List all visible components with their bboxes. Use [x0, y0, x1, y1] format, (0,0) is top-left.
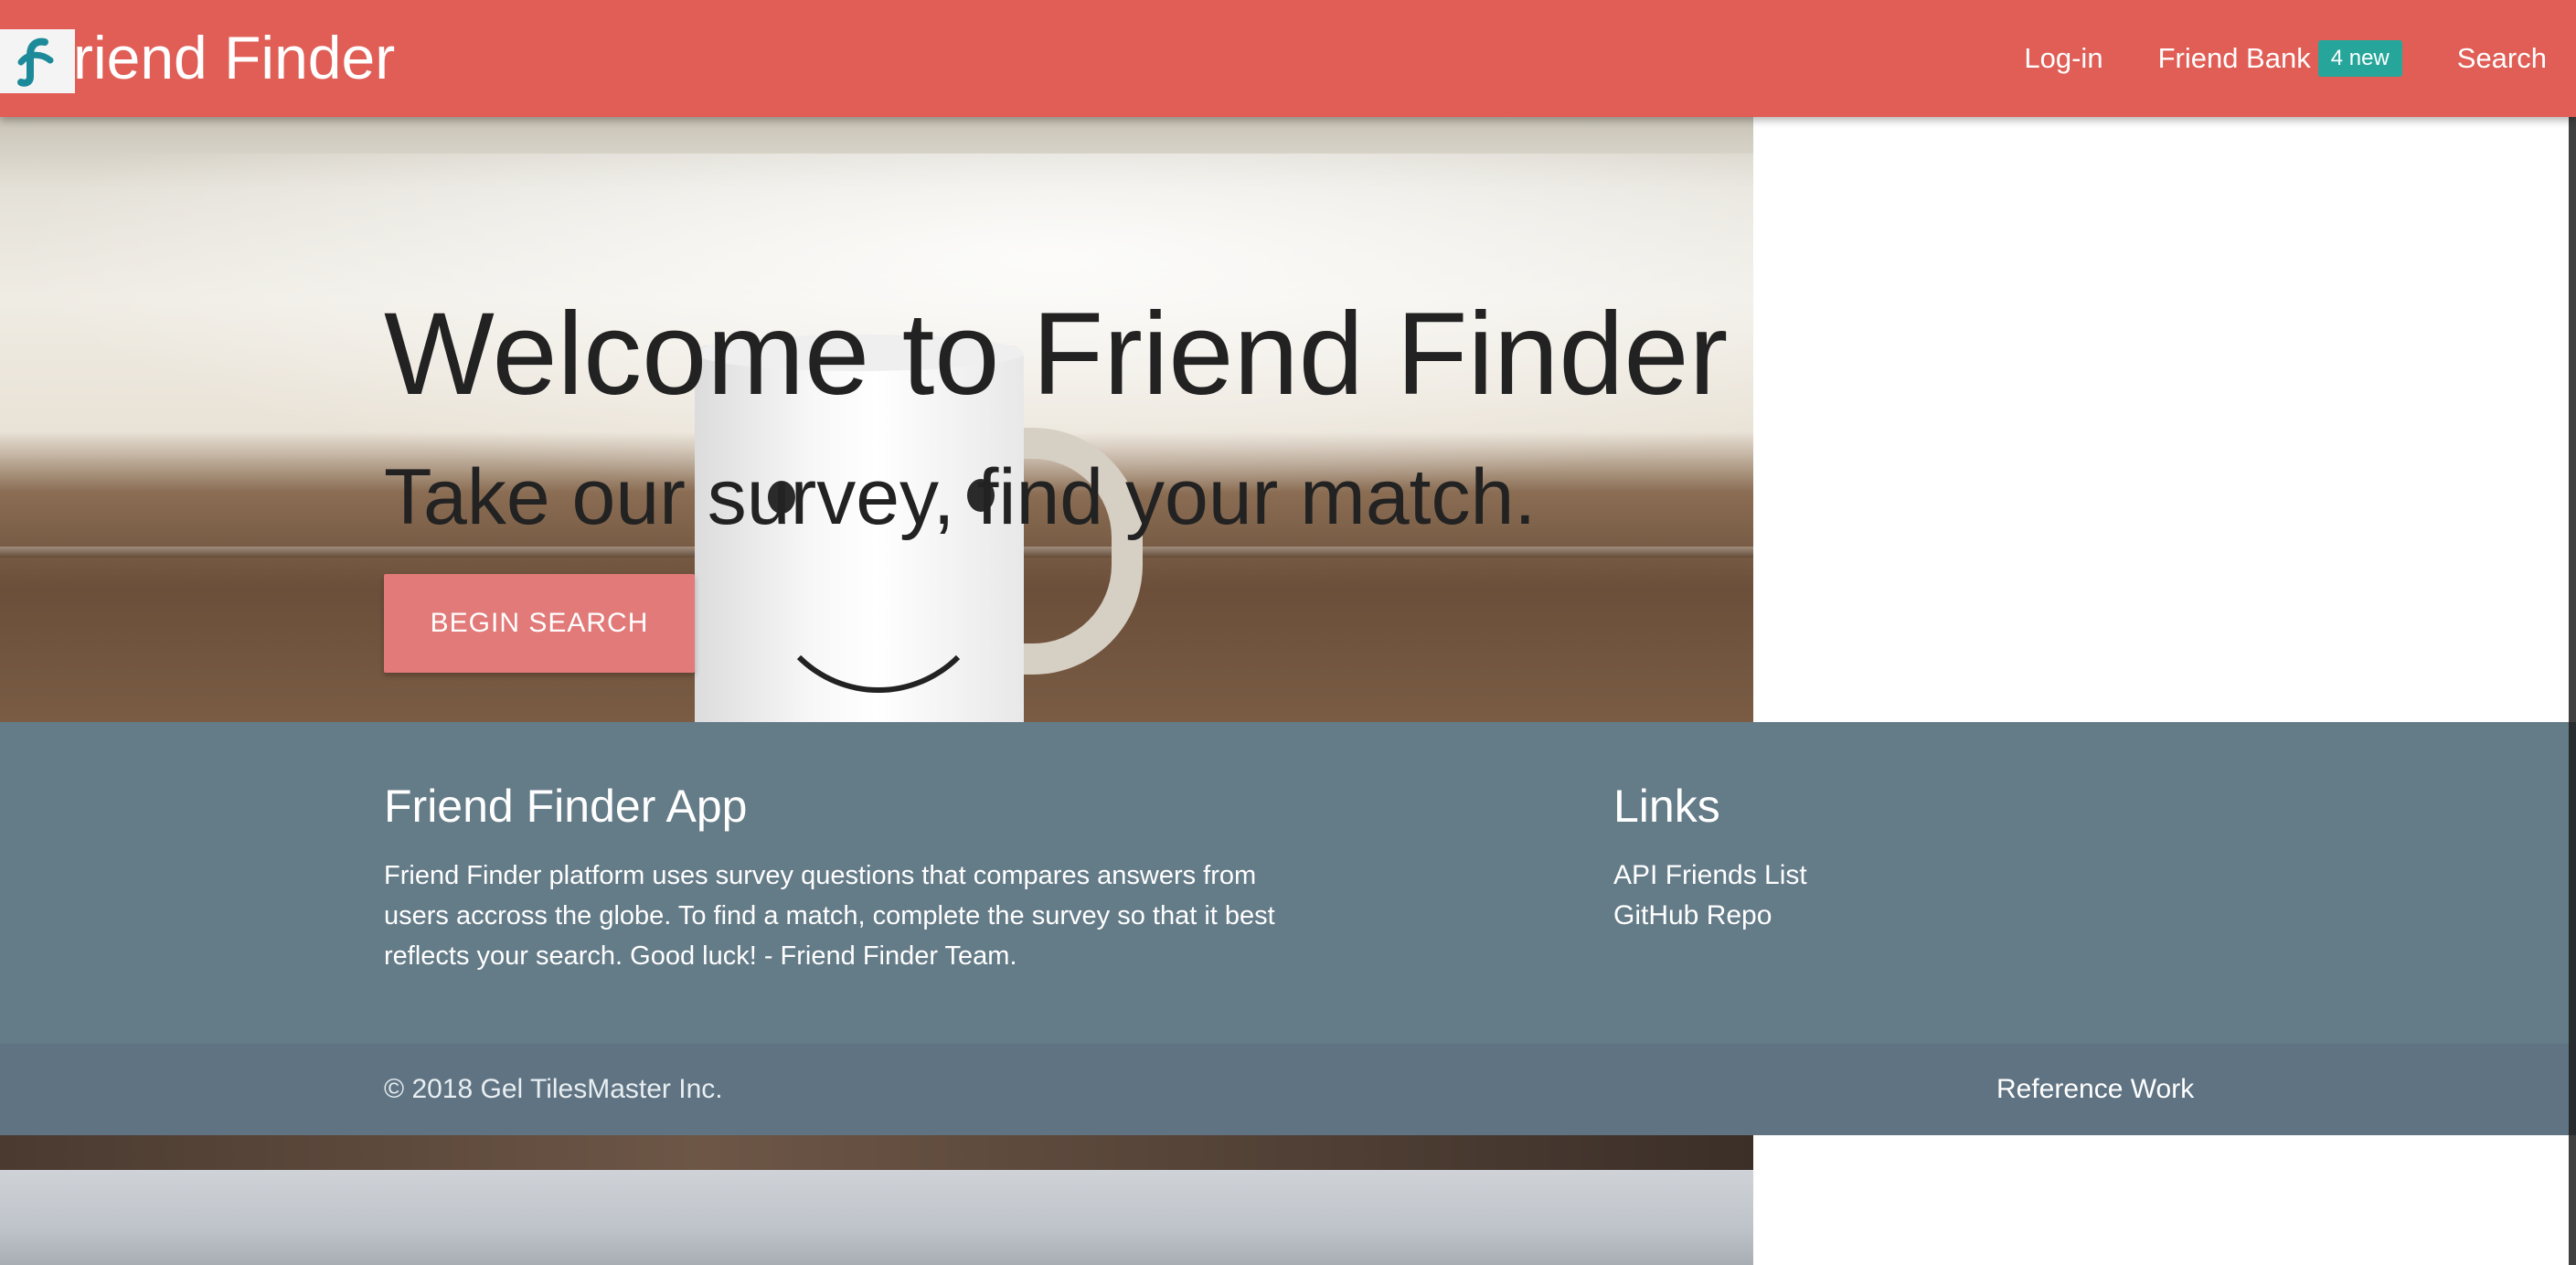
hero-section: Welcome to Friend Finder Take our survey…	[0, 117, 1753, 722]
nav-links: Log-in Friend Bank 4 new Search	[1969, 0, 2547, 117]
nav-search-label: Search	[2456, 42, 2547, 74]
hero-content: Welcome to Friend Finder Take our survey…	[384, 291, 1728, 673]
footer-links-heading: Links	[1613, 781, 1720, 832]
new-count-badge: 4 new	[2317, 40, 2402, 77]
footer-about-description: Friend Finder platform uses survey quest…	[384, 861, 1275, 971]
window-right-edge	[2569, 117, 2576, 1265]
begin-search-button[interactable]: BEGIN SEARCH	[384, 574, 695, 673]
navbar: riend Finder Log-in Friend Bank 4 new Se…	[0, 0, 2576, 117]
copyright-text: © 2018 Gel TilesMaster Inc.	[384, 1074, 723, 1104]
footer-about-heading: Friend Finder App	[384, 781, 748, 832]
background-dark-band	[0, 1135, 1753, 1170]
nav-search-link[interactable]: Search	[2457, 42, 2547, 75]
footer-about-column: Friend Finder App Friend Finder platform…	[384, 779, 1280, 976]
footer-links-list: API Friends List GitHub Repo	[1613, 856, 2162, 936]
list-item: GitHub Repo	[1613, 896, 2162, 936]
footer-links-column: Links API Friends List GitHub Repo	[1613, 779, 2162, 936]
friend-finder-logo-icon	[0, 29, 75, 93]
page-footer: Friend Finder App Friend Finder platform…	[0, 722, 2576, 1044]
hero-subtitle: Take our survey, find your match.	[384, 453, 1537, 541]
api-friends-list-link[interactable]: API Friends List	[1613, 860, 1807, 890]
brand-title: riend Finder	[73, 24, 396, 91]
nav-login-label: Log-in	[2024, 42, 2103, 74]
github-repo-link[interactable]: GitHub Repo	[1613, 900, 1772, 930]
nav-login-link[interactable]: Log-in	[2024, 42, 2102, 75]
hero-title: Welcome to Friend Finder	[384, 289, 1729, 420]
list-item: API Friends List	[1613, 856, 2162, 896]
reference-work-link[interactable]: Reference Work	[1996, 1071, 2194, 1108]
background-light-band	[0, 1170, 1753, 1265]
nav-friend-bank-link[interactable]: Friend Bank 4 new	[2158, 40, 2402, 77]
background-image-continuation	[0, 1135, 1753, 1265]
footer-copyright-bar: © 2018 Gel TilesMaster Inc. Reference Wo…	[0, 1044, 2576, 1135]
nav-friend-bank-label: Friend Bank	[2157, 42, 2311, 74]
